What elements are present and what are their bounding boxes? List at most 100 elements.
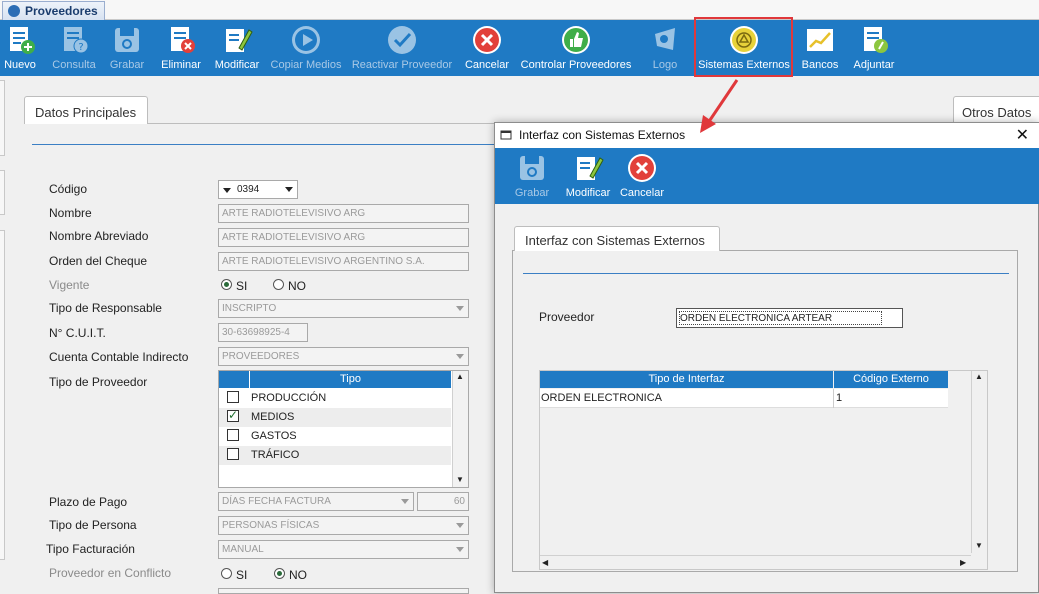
tipo-check-header: [219, 371, 249, 388]
close-icon[interactable]: ✕: [1016, 125, 1029, 145]
adjuntar-button[interactable]: Adjuntar: [848, 20, 900, 76]
reactivar-proveedor-button[interactable]: Reactivar Proveedor: [348, 20, 456, 76]
left-edge-strip: [0, 230, 5, 560]
check-icon: [388, 26, 416, 54]
nombre-field[interactable]: ARTE RADIOTELEVISIVO ARG: [218, 204, 469, 223]
bancos-button[interactable]: Bancos: [798, 20, 842, 76]
dialog-tab-label: Interfaz con Sistemas Externos: [525, 233, 705, 248]
dialog-modificar-label: Modificar: [565, 187, 611, 199]
tipo-responsable-label: Tipo de Responsable: [49, 301, 162, 315]
dialog-cancelar-button[interactable]: Cancelar: [617, 148, 667, 204]
vigente-no-radio[interactable]: [273, 279, 284, 290]
plazo-pago-value: DÍAS FECHA FACTURA: [222, 496, 331, 507]
codigo-externo-header-label: Código Externo: [853, 373, 929, 385]
tab-otros-datos[interactable]: Otros Datos: [953, 96, 1039, 124]
proveedor-conflicto-label: Proveedor en Conflicto: [49, 566, 172, 580]
tipo-persona-value: PERSONAS FÍSICAS: [222, 520, 320, 531]
tipo-vertical-scrollbar[interactable]: ▲ ▼: [452, 371, 468, 487]
save-disk-icon: [115, 28, 139, 52]
query-doc-icon: ?: [64, 27, 89, 54]
eliminar-label: Eliminar: [161, 59, 201, 71]
controlar-proveedores-button[interactable]: Controlar Proveedores: [516, 20, 636, 76]
scroll-down-icon[interactable]: ▼: [456, 475, 464, 484]
cancel-icon: [473, 26, 501, 54]
scroll-down-icon[interactable]: ▼: [975, 541, 983, 550]
nuevo-button[interactable]: Nuevo: [0, 20, 40, 76]
conflicto-si-radio[interactable]: [221, 568, 232, 579]
tipo-trafico-checkbox[interactable]: [227, 448, 239, 460]
chevron-down-icon: [456, 523, 464, 528]
logo-icon: [655, 28, 675, 50]
tipo-facturacion-combo[interactable]: MANUAL: [218, 540, 469, 559]
table-row[interactable]: ORDEN ELECTRONICA 1: [540, 389, 948, 408]
dialog-cancelar-label: Cancelar: [619, 187, 665, 199]
chevron-down-icon: [401, 499, 409, 504]
copiar-medios-button[interactable]: Copiar Medios: [268, 20, 344, 76]
conflicto-no-radio[interactable]: [274, 568, 285, 579]
consulta-button[interactable]: ? Consulta: [48, 20, 100, 76]
codigo-externo-cell: 1: [836, 392, 843, 404]
tipo-header-label: Tipo: [340, 373, 361, 385]
tipo-medios-checkbox[interactable]: [227, 408, 239, 422]
modificar-button[interactable]: Modificar: [210, 20, 264, 76]
dialog-grabar-button[interactable]: Grabar: [509, 148, 555, 204]
nuevo-label: Nuevo: [4, 59, 36, 71]
scroll-up-icon[interactable]: ▲: [456, 372, 464, 381]
interfaz-vertical-scrollbar[interactable]: ▲ ▼: [971, 371, 987, 553]
main-toolbar: Nuevo ? Consulta Grabar Eliminar Modific…: [0, 20, 1039, 76]
tipo-gastos-label: GASTOS: [251, 430, 297, 442]
cancelar-button[interactable]: Cancelar: [462, 20, 512, 76]
codigo-externo-column-header[interactable]: Código Externo: [834, 371, 948, 388]
sistemas-externos-highlight-box: [694, 17, 793, 77]
dialog-proveedor-combo[interactable]: ORDEN ELECTRONICA ARTEAR: [676, 308, 903, 328]
interfaz-horizontal-scrollbar[interactable]: ◀ ▶: [540, 555, 971, 569]
plazo-dias-field[interactable]: 60: [417, 492, 469, 511]
dialog-modificar-button[interactable]: Modificar: [561, 148, 615, 204]
save-disk-icon: [520, 156, 544, 180]
cuit-label: N° C.U.I.T.: [49, 326, 106, 340]
logo-button[interactable]: Logo: [646, 20, 684, 76]
section-divider: [32, 144, 502, 145]
bancos-label: Bancos: [801, 59, 839, 71]
tipo-facturacion-value: MANUAL: [222, 544, 264, 555]
codigo-label: Código: [49, 182, 88, 196]
edit-doc-icon: [577, 157, 604, 180]
grabar-label: Grabar: [109, 59, 145, 71]
cuenta-contable-combo[interactable]: PROVEEDORES: [218, 347, 469, 366]
tipo-medios-label: MEDIOS: [251, 411, 295, 423]
scroll-left-icon[interactable]: ◀: [542, 558, 548, 567]
tipo-trafico-label: TRÁFICO: [251, 449, 300, 461]
cuit-value: 30-63698925-4: [222, 327, 290, 338]
tipo-persona-combo[interactable]: PERSONAS FÍSICAS: [218, 516, 469, 535]
tipo-responsable-combo[interactable]: INSCRIPTO: [218, 299, 469, 318]
vigente-si-label: SI: [236, 279, 248, 293]
new-doc-icon: [10, 27, 35, 54]
chart-icon: [807, 29, 833, 51]
scroll-up-icon[interactable]: ▲: [975, 372, 983, 381]
tipo-gastos-checkbox[interactable]: [227, 429, 239, 441]
tab-datos-principales-label: Datos Principales: [35, 105, 137, 120]
scroll-right-icon[interactable]: ▶: [960, 558, 966, 567]
grabar-button[interactable]: Grabar: [106, 20, 148, 76]
reactivar-proveedor-label: Reactivar Proveedor: [351, 59, 453, 71]
orden-cheque-label: Orden del Cheque: [49, 254, 148, 268]
vigente-si-radio[interactable]: [221, 279, 232, 290]
conflicto-no-label: NO: [289, 568, 307, 582]
orden-cheque-value: ARTE RADIOTELEVISIVO ARGENTINO S.A.: [222, 256, 425, 267]
controlar-proveedores-label: Controlar Proveedores: [520, 59, 632, 71]
tipo-responsable-value: INSCRIPTO: [222, 303, 277, 314]
tipo-column-header[interactable]: Tipo: [250, 371, 451, 388]
nombre-abreviado-field[interactable]: ARTE RADIOTELEVISIVO ARG: [218, 228, 469, 247]
orden-cheque-field[interactable]: ARTE RADIOTELEVISIVO ARGENTINO S.A.: [218, 252, 469, 271]
tipo-persona-label: Tipo de Persona: [49, 518, 137, 532]
eliminar-button[interactable]: Eliminar: [158, 20, 204, 76]
nombre-value: ARTE RADIOTELEVISIVO ARG: [222, 208, 366, 219]
app-tab-proveedores[interactable]: Proveedores: [2, 1, 105, 20]
tipo-produccion-checkbox[interactable]: [227, 391, 239, 403]
plazo-pago-combo[interactable]: DÍAS FECHA FACTURA: [218, 492, 414, 511]
codigo-combo[interactable]: 0394: [218, 180, 298, 199]
cuit-field[interactable]: 30-63698925-4: [218, 323, 308, 342]
tab-datos-principales[interactable]: Datos Principales: [24, 96, 148, 124]
tipo-interfaz-column-header[interactable]: Tipo de Interfaz: [540, 371, 833, 388]
tab-interfaz-sistemas-externos[interactable]: Interfaz con Sistemas Externos: [514, 226, 720, 251]
